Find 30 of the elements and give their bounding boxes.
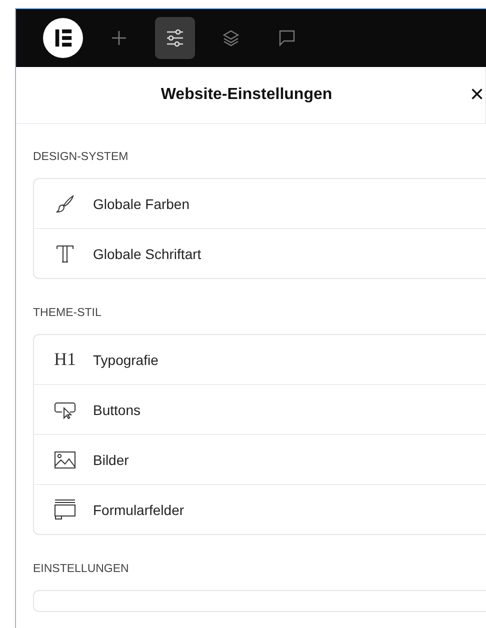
settings-item[interactable]: Globale Schriftart	[34, 229, 486, 278]
item-label: Buttons	[93, 402, 140, 418]
settings-item[interactable]: Bilder	[34, 435, 486, 485]
item-label: Globale Schriftart	[93, 246, 202, 262]
settings-item[interactable]: Formularfelder	[34, 485, 486, 534]
item-label: Formularfelder	[93, 502, 184, 518]
brush-icon	[55, 194, 75, 214]
plus-icon	[111, 30, 127, 46]
heading-icon: H1	[54, 349, 76, 370]
item-label: Typografie	[93, 352, 158, 368]
button-cursor-icon	[54, 400, 76, 420]
form-field-icon	[54, 498, 76, 520]
settings-item[interactable]: H1 Typografie	[34, 335, 486, 385]
settings-icon	[166, 29, 184, 47]
layers-icon	[222, 29, 240, 47]
logo-icon	[43, 17, 83, 59]
close-button[interactable]: ×	[469, 83, 485, 107]
settings-item[interactable]: Buttons	[34, 385, 486, 435]
comment-icon	[278, 29, 296, 47]
settings-item[interactable]: Globale Farben	[34, 179, 486, 229]
logo-button[interactable]	[43, 17, 83, 59]
settings-button[interactable]	[155, 17, 195, 59]
item-label: Bilder	[93, 452, 129, 468]
section-heading: DESIGN-SYSTEM	[33, 151, 130, 163]
text-icon	[55, 244, 75, 264]
section-heading: THEME-STIL	[33, 307, 102, 319]
item-label: Globale Farben	[93, 196, 190, 212]
panel-title: Website-Einstellungen	[160, 86, 334, 104]
section-heading: EINSTELLUNGEN	[33, 563, 130, 575]
image-icon	[54, 450, 76, 470]
